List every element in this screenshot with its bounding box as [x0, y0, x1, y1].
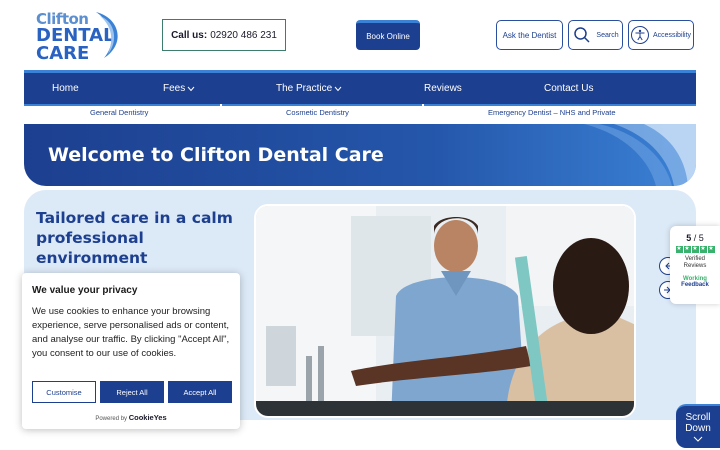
nav-the-practice[interactable]: The Practice — [276, 83, 342, 94]
review-text: Verified Reviews — [670, 256, 720, 270]
chevron-down-icon — [334, 86, 342, 91]
scroll-line2: Down — [685, 423, 711, 434]
hero-banner: Welcome to Clifton Dental Care — [24, 124, 696, 186]
nav-contact-label: Contact Us — [544, 83, 594, 94]
cookie-title: We value your privacy — [32, 285, 138, 296]
dentist-patient-image — [256, 206, 634, 416]
scroll-line1: Scroll — [685, 412, 711, 423]
page-title: Welcome to Clifton Dental Care — [48, 144, 384, 166]
review-text-line1: Verified — [684, 256, 705, 262]
tagline-heading: Tailored care in a calm professional env… — [36, 209, 233, 267]
sub-nav: General Dentistry Cosmetic Dentistry Eme… — [24, 104, 696, 122]
review-score-of: / 5 — [693, 233, 704, 243]
review-text-line2: Reviews — [683, 263, 707, 269]
customise-button[interactable]: Customise — [32, 381, 96, 403]
cookie-buttons: Customise Reject All Accept All — [32, 381, 232, 403]
subnav-divider — [24, 104, 220, 106]
review-stars: ★ ★ ★ ★ ★ — [670, 246, 720, 253]
review-score-value: 5 — [686, 233, 692, 243]
call-label: Call us: — [171, 29, 208, 41]
nav-reviews[interactable]: Reviews — [424, 83, 462, 94]
star-icon: ★ — [691, 246, 699, 253]
book-online-button[interactable]: Book Online — [356, 20, 420, 50]
cookieyes-logo[interactable]: CookieYes — [129, 413, 167, 422]
logo[interactable]: Clifton DENTAL CARE — [34, 8, 124, 64]
call-us-box[interactable]: Call us: 02920 486 231 — [162, 19, 286, 51]
subnav-divider — [424, 104, 696, 106]
subnav-general-dentistry[interactable]: General Dentistry — [90, 108, 148, 117]
nav-home-label: Home — [52, 83, 79, 94]
nav-fees[interactable]: Fees — [163, 83, 195, 94]
search-button[interactable]: Search — [568, 20, 623, 50]
call-number: 02920 486 231 — [210, 29, 277, 41]
star-icon: ★ — [699, 246, 707, 253]
nav-reviews-label: Reviews — [424, 83, 462, 94]
reject-all-button[interactable]: Reject All — [100, 381, 164, 403]
subnav-divider — [222, 104, 422, 106]
subnav-emergency-dentist[interactable]: Emergency Dentist – NHS and Private — [488, 108, 616, 117]
nav-fees-label: Fees — [163, 83, 186, 94]
nav-practice-label: The Practice — [276, 83, 333, 94]
subnav-cosmetic-dentistry[interactable]: Cosmetic Dentistry — [286, 108, 349, 117]
nav-contact-us[interactable]: Contact Us — [544, 83, 593, 94]
logo-swoosh-icon — [96, 12, 118, 58]
search-icon — [574, 27, 590, 43]
cookie-body: We use cookies to enhance your browsing … — [32, 306, 230, 359]
accessibility-label: Accessibility — [652, 31, 692, 39]
dentist-photo — [254, 204, 636, 418]
main-nav: Home Fees The Practice Reviews Contact U… — [24, 70, 696, 104]
ask-the-dentist-button[interactable]: Ask the Dentist — [496, 20, 563, 50]
star-icon: ★ — [683, 246, 691, 253]
review-brand-line2: Feedback — [681, 282, 709, 288]
star-icon: ★ — [707, 246, 715, 253]
chevron-down-icon — [187, 86, 195, 91]
search-label: Search — [596, 31, 619, 39]
accept-all-button[interactable]: Accept All — [168, 381, 232, 403]
page: Clifton DENTAL CARE Call us: 02920 486 2… — [0, 0, 720, 450]
accessibility-icon — [630, 26, 649, 44]
powered-label: Powered by — [95, 416, 128, 422]
logo-line3: CARE — [36, 43, 90, 64]
chevron-down-icon — [693, 436, 703, 442]
powered-by: Powered by CookieYes — [22, 413, 240, 422]
scroll-down-button[interactable]: Scroll Down — [676, 404, 720, 448]
accessibility-button[interactable]: Accessibility — [628, 20, 694, 50]
reviews-widget[interactable]: 5 / 5 ★ ★ ★ ★ ★ Verified Reviews Working… — [670, 226, 720, 304]
review-score: 5 / 5 — [670, 233, 720, 243]
cookie-consent-banner: We value your privacy We use cookies to … — [22, 273, 240, 429]
star-icon: ★ — [675, 246, 683, 253]
nav-home[interactable]: Home — [52, 83, 79, 94]
ask-label: Ask the Dentist — [502, 30, 557, 40]
